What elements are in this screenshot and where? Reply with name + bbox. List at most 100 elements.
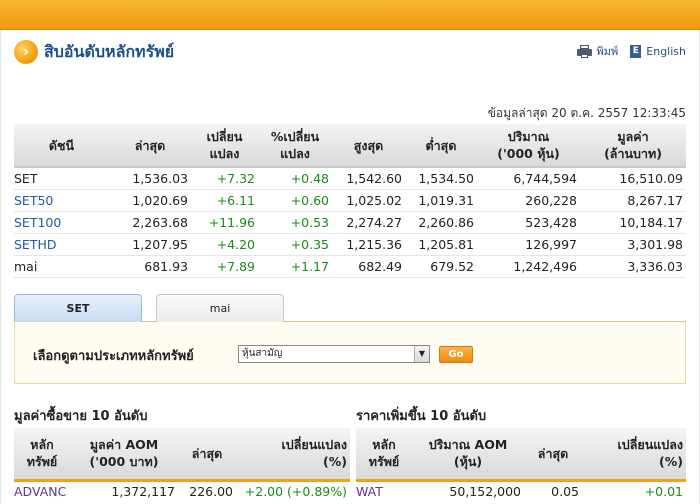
print-button[interactable]: พิมพ์ bbox=[576, 42, 619, 60]
index-pct: +0.60 bbox=[258, 189, 332, 212]
symbol-link[interactable]: ADVANC bbox=[14, 480, 70, 502]
page-header: › สิบอันดับหลักทรัพย์ bbox=[14, 38, 174, 66]
index-low: 1,534.50 bbox=[405, 167, 477, 190]
last-price: 0.05 bbox=[551, 484, 579, 500]
table-row: mai 681.93 +7.89 +1.17 682.49 679.52 1,2… bbox=[14, 255, 686, 278]
index-table: ดัชนี ล่าสุด เปลี่ยน แปลง %เปลี่ยน แปลง สู… bbox=[14, 124, 686, 278]
filter-panel: เลือกดูตามประเภทหลักทรัพย์ หุ้นสามัญ ▼ G… bbox=[14, 322, 686, 384]
top-value-title: มูลค่าซื้อขาย 10 อันดับ bbox=[14, 409, 148, 424]
index-change: +7.32 bbox=[191, 167, 258, 190]
aom-volume: 50,152,000 bbox=[449, 484, 521, 500]
last-updated: ข้อมูลล่าสุด 20 ต.ค. 2557 12:33:45 bbox=[487, 106, 686, 120]
page-title: สิบอันดับหลักทรัพย์ bbox=[44, 41, 175, 61]
col-last: ล่าสุด bbox=[524, 428, 582, 482]
index-volume: 1,242,496 bbox=[477, 255, 580, 278]
index-change: +7.89 bbox=[191, 255, 258, 278]
col-change: เปลี่ยนแปลง (%) bbox=[582, 428, 686, 482]
filter-label: เลือกดูตามประเภทหลักทรัพย์ bbox=[33, 349, 194, 364]
index-value: 3,336.03 bbox=[580, 255, 686, 278]
index-high: 1,025.02 bbox=[332, 189, 405, 212]
index-last: 1,207.95 bbox=[109, 233, 191, 256]
table-row: SET50 1,020.69 +6.11 +0.60 1,025.02 1,01… bbox=[14, 189, 686, 212]
index-value: 10,184.17 bbox=[580, 211, 686, 234]
index-name: mai bbox=[14, 255, 109, 278]
col-last: ล่าสุด bbox=[109, 124, 191, 168]
index-high: 682.49 bbox=[332, 255, 405, 278]
col-symbol: หลัก ทรัพย์ bbox=[356, 428, 412, 482]
index-name: SET bbox=[14, 167, 109, 190]
index-name-link[interactable]: SET100 bbox=[14, 211, 109, 234]
col-aom-volume: ปริมาณ AOM (หุ้น) bbox=[412, 428, 524, 482]
col-symbol: หลัก ทรัพย์ bbox=[14, 428, 70, 482]
english-label: English bbox=[646, 44, 686, 58]
index-low: 1,205.81 bbox=[405, 233, 477, 256]
index-pct: +0.48 bbox=[258, 167, 332, 190]
top-gainers-header: หลัก ทรัพย์ ปริมาณ AOM (หุ้น) ล่าสุด เปลี่… bbox=[356, 428, 686, 482]
index-low: 679.52 bbox=[405, 255, 477, 278]
price-change: +0.01 bbox=[644, 484, 683, 500]
col-volume: ปริมาณ ('000 หุ้น) bbox=[477, 124, 580, 168]
index-volume: 126,997 bbox=[477, 233, 580, 256]
index-volume: 260,228 bbox=[477, 189, 580, 212]
index-pct: +0.53 bbox=[258, 211, 332, 234]
top-value-table: หลัก ทรัพย์ มูลค่า AOM ('000 บาท) ล่าสุด เ… bbox=[14, 428, 350, 502]
tab-set[interactable]: SET bbox=[14, 294, 142, 322]
index-value: 8,267.17 bbox=[580, 189, 686, 212]
index-name-link[interactable]: SETHD bbox=[14, 233, 109, 256]
index-table-header: ดัชนี ล่าสุด เปลี่ยน แปลง %เปลี่ยน แปลง สู… bbox=[14, 124, 686, 168]
col-pct-change: %เปลี่ยน แปลง bbox=[258, 124, 332, 168]
security-type-select[interactable]: หุ้นสามัญ ▼ bbox=[238, 345, 430, 363]
price-change: +2.00 (+0.89%) bbox=[244, 484, 347, 500]
go-button[interactable]: Go bbox=[439, 346, 473, 363]
dropdown-arrow-icon: ▼ bbox=[414, 346, 429, 362]
english-link[interactable]: E English bbox=[630, 44, 686, 58]
index-last: 2,263.68 bbox=[109, 211, 191, 234]
language-icon: E bbox=[630, 44, 642, 58]
col-change: เปลี่ยน แปลง bbox=[191, 124, 258, 168]
table-row: SETHD 1,207.95 +4.20 +0.35 1,215.36 1,20… bbox=[14, 233, 686, 256]
index-high: 2,274.27 bbox=[332, 211, 405, 234]
table-row: SET100 2,263.68 +11.96 +0.53 2,274.27 2,… bbox=[14, 211, 686, 234]
toolbar: พิมพ์ E English bbox=[565, 42, 686, 60]
index-change: +11.96 bbox=[191, 211, 258, 234]
print-label: พิมพ์ bbox=[596, 45, 619, 58]
index-pct: +0.35 bbox=[258, 233, 332, 256]
market-tabs: SET mai bbox=[14, 294, 686, 322]
col-last: ล่าสุด bbox=[178, 428, 236, 482]
col-value: มูลค่า (ล้านบาท) bbox=[580, 124, 686, 168]
tab-mai[interactable]: mai bbox=[156, 294, 284, 322]
top-value-header: หลัก ทรัพย์ มูลค่า AOM ('000 บาท) ล่าสุด เ… bbox=[14, 428, 350, 482]
index-volume: 6,744,594 bbox=[477, 167, 580, 190]
select-value: หุ้นสามัญ bbox=[242, 348, 283, 359]
index-last: 1,536.03 bbox=[109, 167, 191, 190]
index-high: 1,542.60 bbox=[332, 167, 405, 190]
last-price: 226.00 bbox=[189, 484, 233, 500]
index-value: 3,301.98 bbox=[580, 233, 686, 256]
printer-icon bbox=[576, 44, 592, 58]
table-row: SET 1,536.03 +7.32 +0.48 1,542.60 1,534.… bbox=[14, 167, 686, 190]
col-high: สูงสุด bbox=[332, 124, 405, 168]
top-banner bbox=[0, 0, 700, 30]
col-change: เปลี่ยนแปลง (%) bbox=[236, 428, 350, 482]
top-gainers-table: หลัก ทรัพย์ ปริมาณ AOM (หุ้น) ล่าสุด เปลี่… bbox=[356, 428, 686, 502]
aom-value: 1,372,117 bbox=[111, 484, 175, 500]
table-row: ADVANC 1,372,117 226.00 +2.00 (+0.89%) bbox=[14, 480, 350, 502]
arrow-circle-icon: › bbox=[14, 40, 38, 64]
index-change: +6.11 bbox=[191, 189, 258, 212]
index-name-link[interactable]: SET50 bbox=[14, 189, 109, 212]
col-index: ดัชนี bbox=[14, 124, 109, 168]
index-change: +4.20 bbox=[191, 233, 258, 256]
index-low: 2,260.86 bbox=[405, 211, 477, 234]
index-last: 681.93 bbox=[109, 255, 191, 278]
col-low: ต่ำสุด bbox=[405, 124, 477, 168]
table-row: WAT 50,152,000 0.05 +0.01 bbox=[356, 480, 686, 502]
top-gainers-title: ราคาเพิ่มขึ้น 10 อันดับ bbox=[356, 409, 487, 424]
index-last: 1,020.69 bbox=[109, 189, 191, 212]
index-value: 16,510.09 bbox=[580, 167, 686, 190]
index-high: 1,215.36 bbox=[332, 233, 405, 256]
symbol-link[interactable]: WAT bbox=[356, 480, 412, 502]
index-pct: +1.17 bbox=[258, 255, 332, 278]
index-volume: 523,428 bbox=[477, 211, 580, 234]
col-aom-value: มูลค่า AOM ('000 บาท) bbox=[70, 428, 178, 482]
index-low: 1,019.31 bbox=[405, 189, 477, 212]
